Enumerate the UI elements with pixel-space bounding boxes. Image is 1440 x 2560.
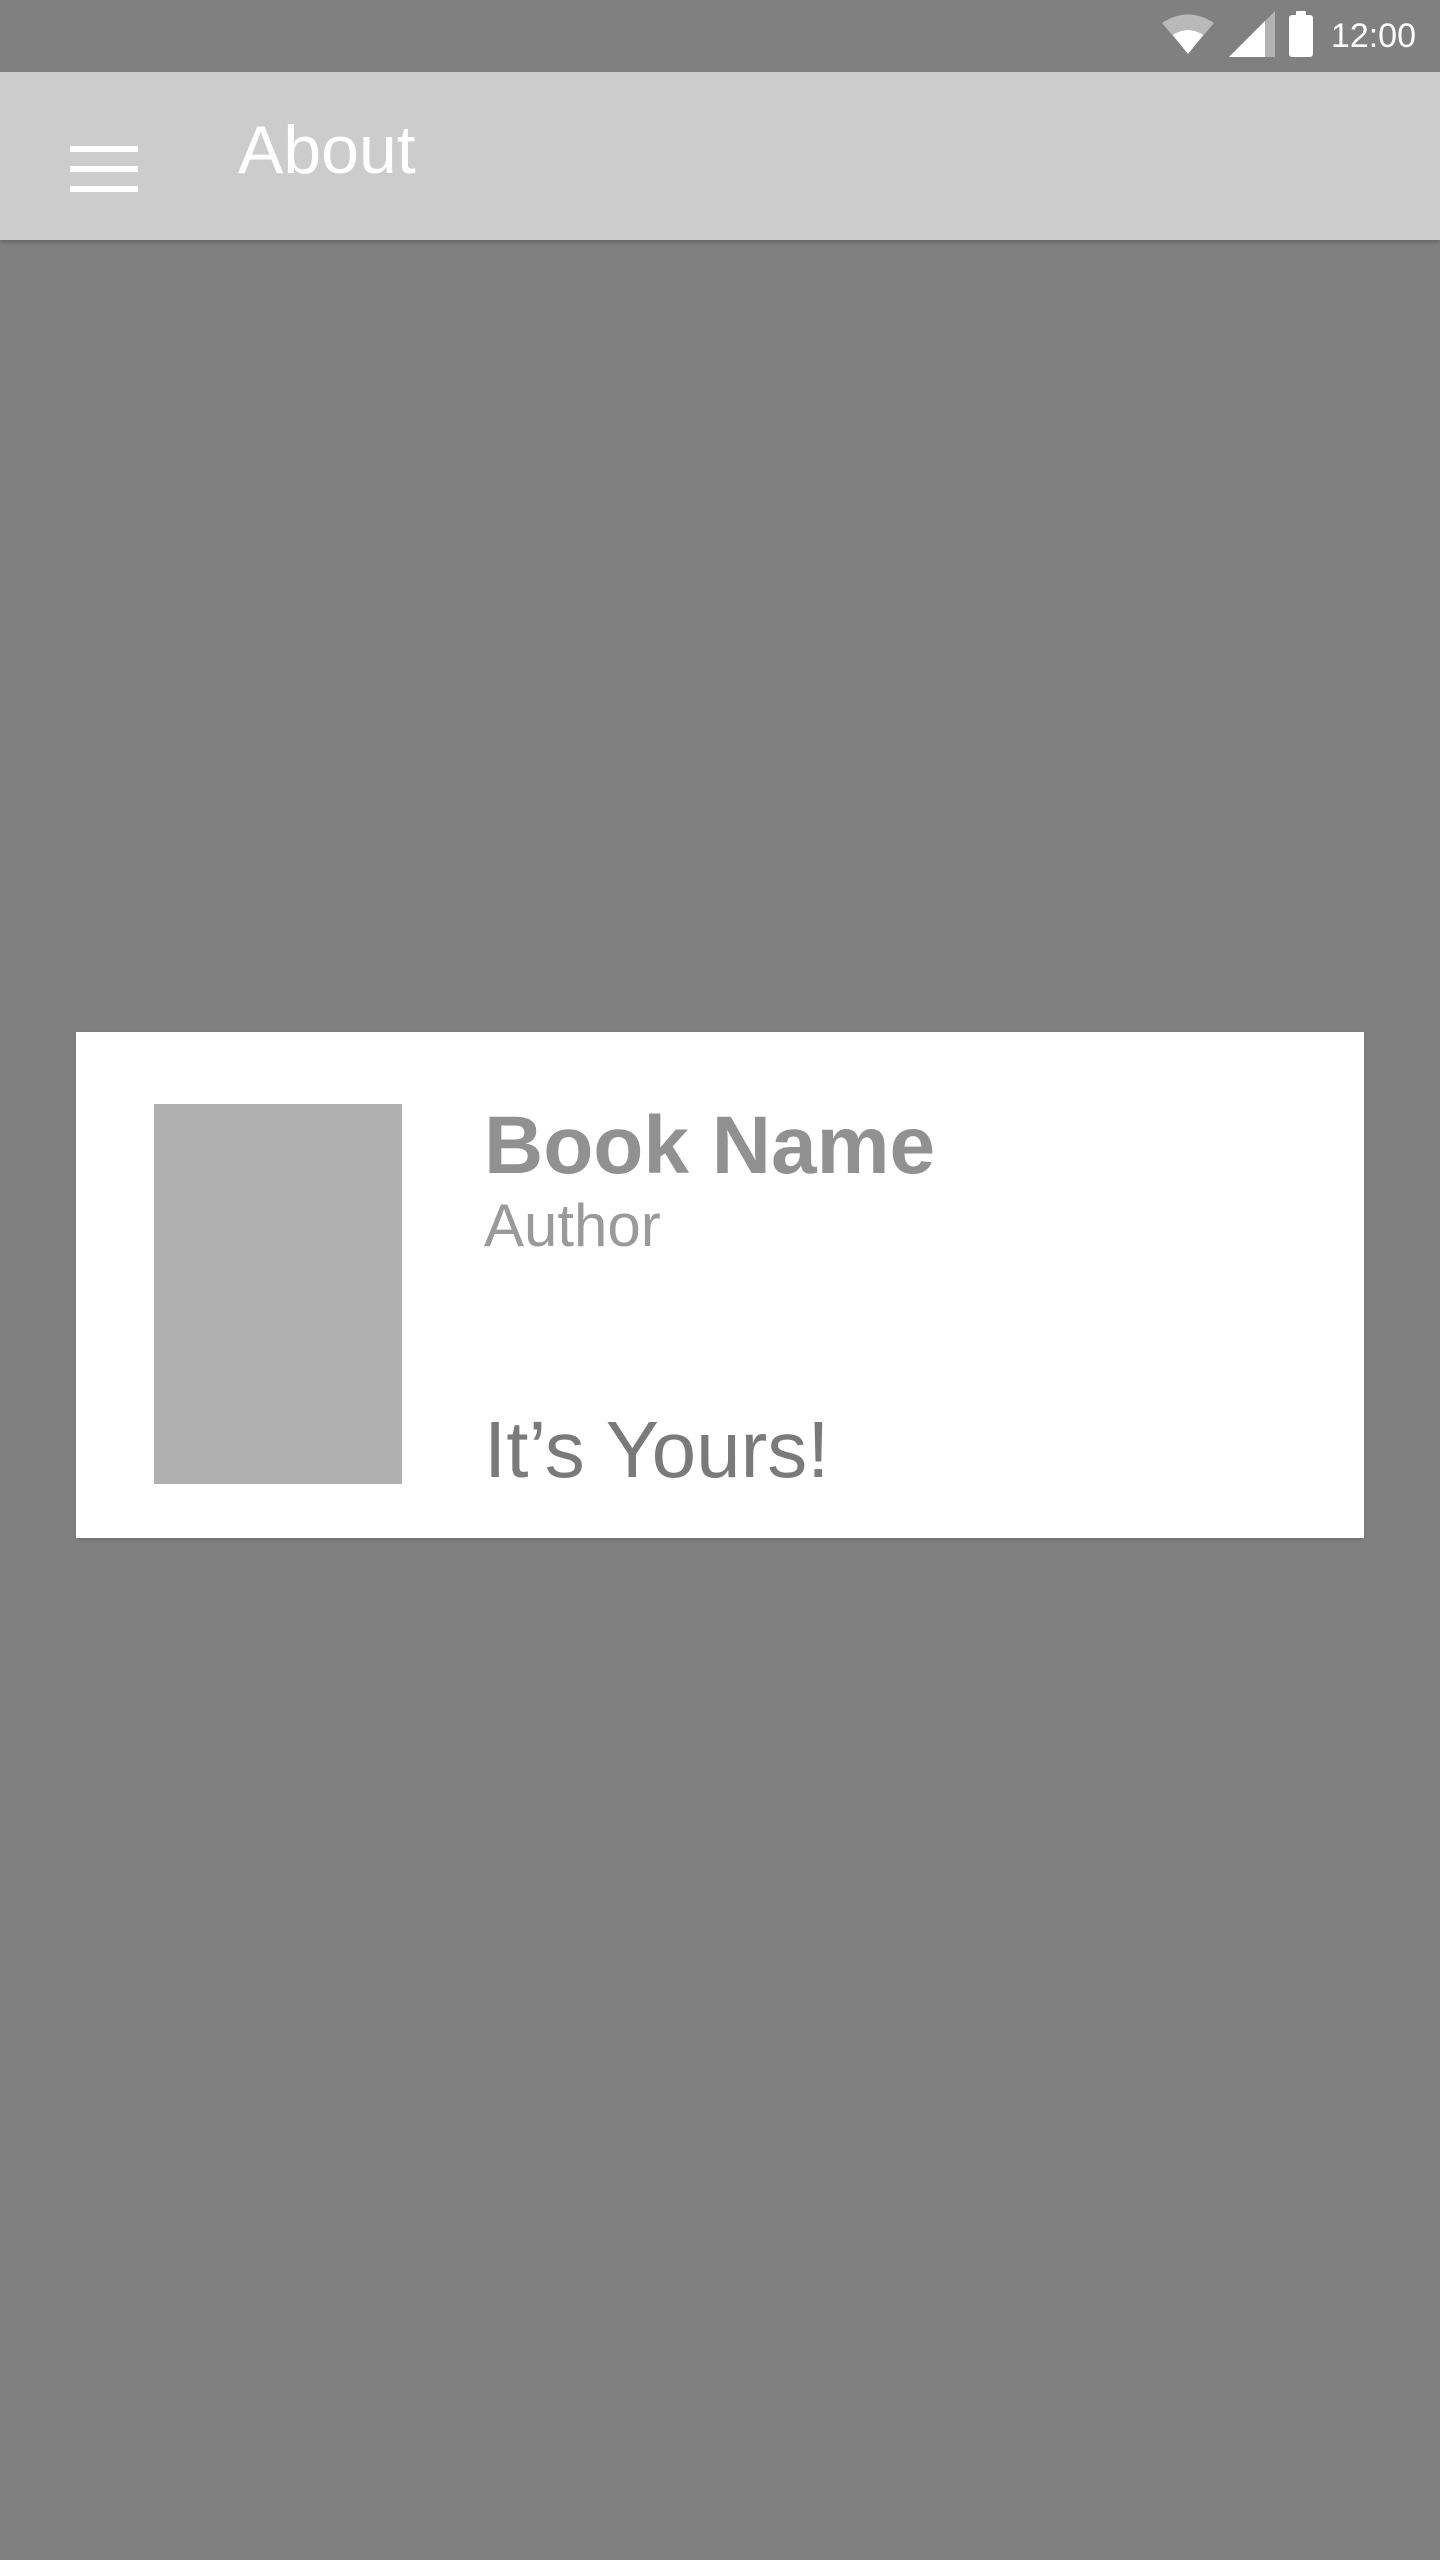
status-bar: 12:00 (0, 0, 1440, 72)
status-time: 12:00 (1330, 17, 1416, 55)
cellular-signal-icon (1228, 10, 1275, 62)
book-cover-image (154, 1104, 402, 1484)
book-card[interactable]: Book Name Author It’s Yours! (76, 1032, 1364, 1538)
hamburger-menu-icon[interactable] (70, 144, 138, 201)
wifi-icon (1161, 14, 1215, 59)
status-icons: 12:00 (1161, 10, 1416, 62)
app-bar: About (0, 72, 1440, 240)
page-title: About (238, 112, 416, 188)
book-author: Author (484, 1192, 661, 1259)
book-title: Book Name (484, 1100, 936, 1191)
menu-button[interactable] (52, 120, 156, 224)
book-status: It’s Yours! (484, 1405, 830, 1494)
battery-icon (1288, 10, 1313, 62)
